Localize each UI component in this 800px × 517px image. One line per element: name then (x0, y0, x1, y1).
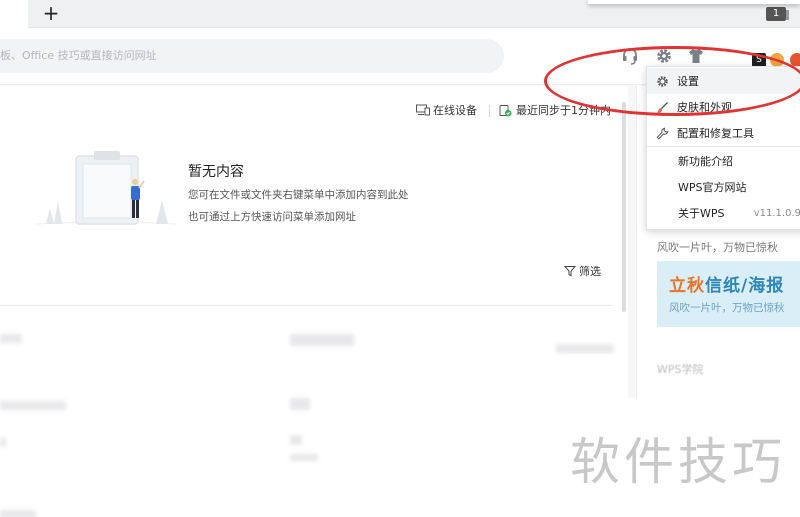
blurred-list-item (290, 398, 310, 410)
menu-item-repair-tools[interactable]: 配置和修复工具 (647, 120, 800, 146)
banner-subtitle: 风吹一片叶，万物已惊秋 (669, 302, 785, 314)
active-tab[interactable] (0, 0, 28, 28)
tab-strip: + 1 (0, 0, 800, 28)
slogan-text: 风吹一片叶，万物已惊秋 (657, 241, 778, 254)
menu-item-official-site[interactable]: WPS官方网站 (647, 174, 800, 200)
settings-dropdown-menu: 设置 皮肤和外观 配置和修复工具 新功能介绍 WPS官方网站 关于WPS v11… (646, 66, 800, 230)
notification-icon[interactable] (790, 53, 800, 67)
blurred-list-item (556, 344, 614, 353)
popup-edge (588, 0, 800, 4)
menu-item-skin[interactable]: 皮肤和外观 (647, 94, 800, 120)
main-content: 在线设备 最近同步于1分钟内 暂无内容 您可在文件或文件夹右键菜单中添加内容到此… (0, 86, 628, 517)
menu-item-about[interactable]: 关于WPS v11.1.0.9 (647, 200, 800, 226)
brush-icon (655, 100, 669, 114)
avatar[interactable]: S (752, 53, 766, 67)
version-label: v11.1.0.9 (753, 207, 800, 219)
empty-state-line-2: 也可通过上方快速访问菜单添加网址 (188, 211, 356, 223)
promo-banner[interactable]: 立秋信纸/海报 风吹一片叶，万物已惊秋 (657, 261, 800, 327)
menu-item-label: 设置 (677, 75, 699, 88)
sync-bar: 在线设备 最近同步于1分钟内 (0, 102, 628, 120)
blurred-list-item (290, 454, 318, 461)
new-tab-button[interactable]: + (40, 3, 62, 25)
list-divider (0, 305, 612, 306)
sync-status-label: 最近同步于1分钟内 (516, 104, 611, 117)
blurred-list-item (0, 334, 22, 343)
search-input[interactable]: 板、Office 技巧或直接访问网址 (0, 39, 504, 73)
filter-button[interactable]: 筛选 (564, 263, 601, 279)
blurred-list-item (0, 510, 36, 517)
wrench-icon (655, 126, 669, 140)
wps-academy-label[interactable]: WPS学院 (657, 361, 704, 377)
menu-item-label: 关于WPS (678, 207, 725, 220)
empty-state-description: 您可在文件或文件夹右键菜单中添加内容到此处 也可通过上方快速访问菜单添加网址 (188, 184, 409, 228)
menu-item-label: 皮肤和外观 (677, 101, 732, 114)
skin-shirt-icon[interactable] (686, 46, 706, 66)
blurred-list-item (0, 401, 66, 410)
watermark-text: 软件技巧 (570, 433, 786, 491)
menu-item-label: 配置和修复工具 (677, 127, 754, 140)
menu-separator (647, 146, 800, 147)
blurred-list-item (290, 435, 302, 445)
menu-item-label: 新功能介绍 (678, 155, 733, 168)
divider (489, 105, 490, 117)
empty-state-title: 暂无内容 (188, 164, 244, 180)
window-count-badge[interactable]: 1 (766, 7, 789, 21)
filter-icon (564, 266, 576, 277)
headset-icon[interactable] (620, 46, 640, 66)
banner-title-part2: 信纸/海报 (705, 276, 785, 296)
scrollbar[interactable] (622, 102, 626, 312)
online-devices-button[interactable]: 在线设备 (416, 102, 477, 118)
watermark: 软件技巧 (560, 398, 800, 517)
blurred-list-item (0, 438, 6, 447)
gear-icon (655, 74, 669, 88)
member-badge-icon[interactable] (770, 53, 784, 67)
menu-item-label: WPS官方网站 (678, 181, 747, 194)
banner-title: 立秋信纸/海报 (669, 271, 784, 296)
sync-status: 最近同步于1分钟内 (499, 102, 611, 118)
menu-item-settings[interactable]: 设置 (647, 68, 800, 94)
settings-gear-icon[interactable] (654, 46, 674, 66)
devices-icon (416, 104, 430, 116)
empty-clipboard-illustration (36, 151, 176, 225)
blurred-list-item (290, 334, 354, 346)
banner-title-part1: 立秋 (669, 276, 705, 296)
sync-check-icon (499, 104, 512, 116)
empty-state-line-1: 您可在文件或文件夹右键菜单中添加内容到此处 (188, 189, 409, 201)
menu-item-whats-new[interactable]: 新功能介绍 (647, 148, 800, 174)
filter-label: 筛选 (579, 265, 601, 278)
online-devices-label: 在线设备 (433, 104, 477, 117)
search-placeholder: 板、Office 技巧或直接访问网址 (0, 49, 157, 62)
